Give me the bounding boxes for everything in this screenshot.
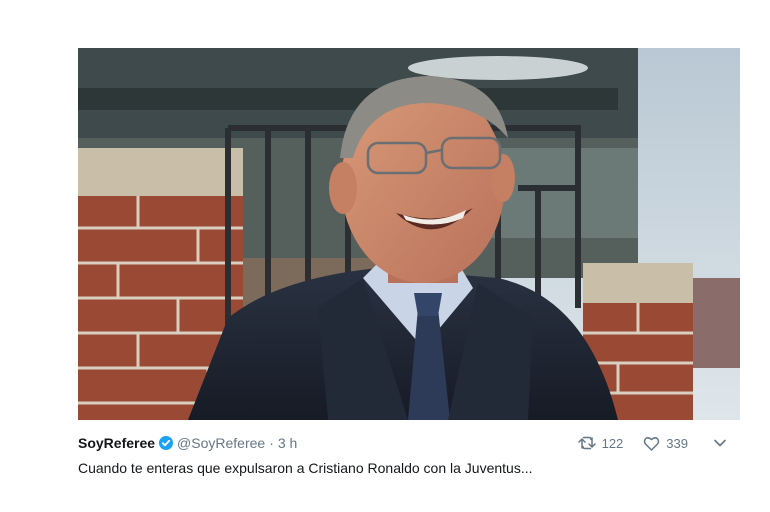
retweet-icon bbox=[577, 436, 596, 450]
tweet-meta-row: SoyReferee @SoyReferee · 3 h 122 339 bbox=[78, 432, 740, 454]
more-options-button[interactable] bbox=[714, 439, 726, 447]
tweet-photo[interactable] bbox=[78, 48, 740, 420]
author-name[interactable]: SoyReferee bbox=[78, 435, 155, 451]
retweet-count: 122 bbox=[601, 435, 624, 451]
tweet-text: Cuando te enteras que expulsaron a Crist… bbox=[78, 460, 533, 476]
verified-badge-icon bbox=[159, 436, 174, 450]
tweet-timestamp[interactable]: 3 h bbox=[278, 435, 297, 451]
like-count: 339 bbox=[666, 435, 688, 451]
chevron-down-icon bbox=[714, 439, 726, 447]
tweet-actions: 122 339 bbox=[558, 432, 726, 454]
photo-illustration bbox=[78, 48, 740, 420]
tweet-card: SoyReferee @SoyReferee · 3 h 122 339 Cua… bbox=[78, 48, 740, 488]
heart-icon bbox=[644, 436, 660, 451]
meta-separator: · bbox=[269, 435, 274, 451]
like-button[interactable]: 339 bbox=[643, 436, 688, 451]
retweet-button[interactable]: 122 bbox=[577, 435, 624, 451]
author-handle[interactable]: @SoyReferee bbox=[177, 435, 265, 451]
